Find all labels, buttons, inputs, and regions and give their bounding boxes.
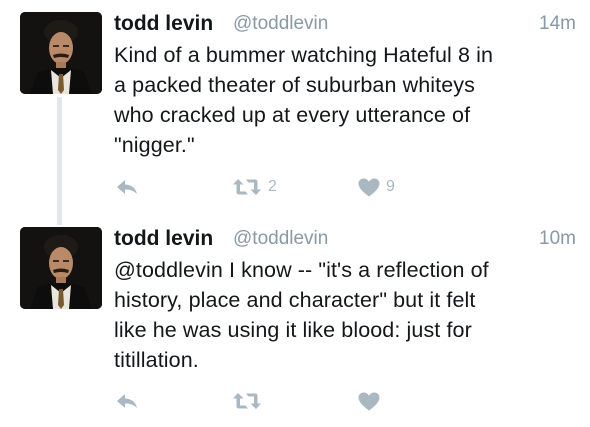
author-name[interactable]: todd levin (114, 10, 213, 38)
retweet-icon (233, 179, 261, 195)
tweet-actions: 2 9 (114, 174, 574, 200)
reply-icon (117, 394, 137, 408)
tweet-text-line: history, place and character" but it fel… (114, 288, 476, 312)
retweet-icon (233, 393, 261, 409)
tweet[interactable]: todd levin @toddlevin 14m Kind of a bumm… (0, 0, 590, 215)
tweet-text-line: like he was using it like blood: just fo… (114, 318, 472, 342)
reply-button[interactable] (116, 388, 138, 414)
reply-button[interactable] (116, 174, 138, 200)
avatar[interactable] (20, 12, 102, 94)
heart-icon (358, 178, 380, 196)
tweet[interactable]: todd levin @toddlevin 10m @toddlevin I k… (0, 215, 590, 427)
avatar[interactable] (20, 227, 102, 309)
retweet-button[interactable] (232, 388, 268, 414)
tweet-text: Kind of a bummer watching Hateful 8 in a… (114, 40, 584, 160)
tweet-text-line: @toddlevin I know -- "it's a reflection … (114, 258, 489, 282)
reply-icon (117, 180, 137, 194)
tweet-text-line: Kind of a bummer watching Hateful 8 in (114, 43, 494, 67)
tweet-header: todd levin @toddlevin 14m (114, 10, 576, 38)
author-handle[interactable]: @toddlevin (233, 10, 328, 38)
like-button[interactable]: 9 (358, 174, 395, 200)
avatar-portrait-image (20, 12, 102, 94)
tweet-text-line: who cracked up at every utterance of (114, 103, 471, 127)
tweet-text-line: titillation. (114, 348, 199, 372)
tweet-text-line: a packed theater of suburban whiteys (114, 73, 475, 97)
tweet-actions (114, 388, 574, 414)
retweet-count: 2 (268, 178, 277, 195)
avatar-portrait-image (20, 227, 102, 309)
like-count: 9 (386, 178, 395, 195)
author-name[interactable]: todd levin (114, 225, 213, 253)
retweet-button[interactable]: 2 (232, 174, 277, 200)
tweet-timestamp[interactable]: 14m (539, 10, 576, 38)
tweet-text-line: "nigger." (114, 133, 195, 157)
like-button[interactable] (358, 388, 386, 414)
author-handle[interactable]: @toddlevin (233, 225, 328, 253)
tweet-timestamp[interactable]: 10m (539, 225, 576, 253)
heart-icon (358, 392, 380, 410)
tweet-header: todd levin @toddlevin 10m (114, 225, 576, 253)
tweet-text: @toddlevin I know -- "it's a reflection … (114, 255, 584, 375)
